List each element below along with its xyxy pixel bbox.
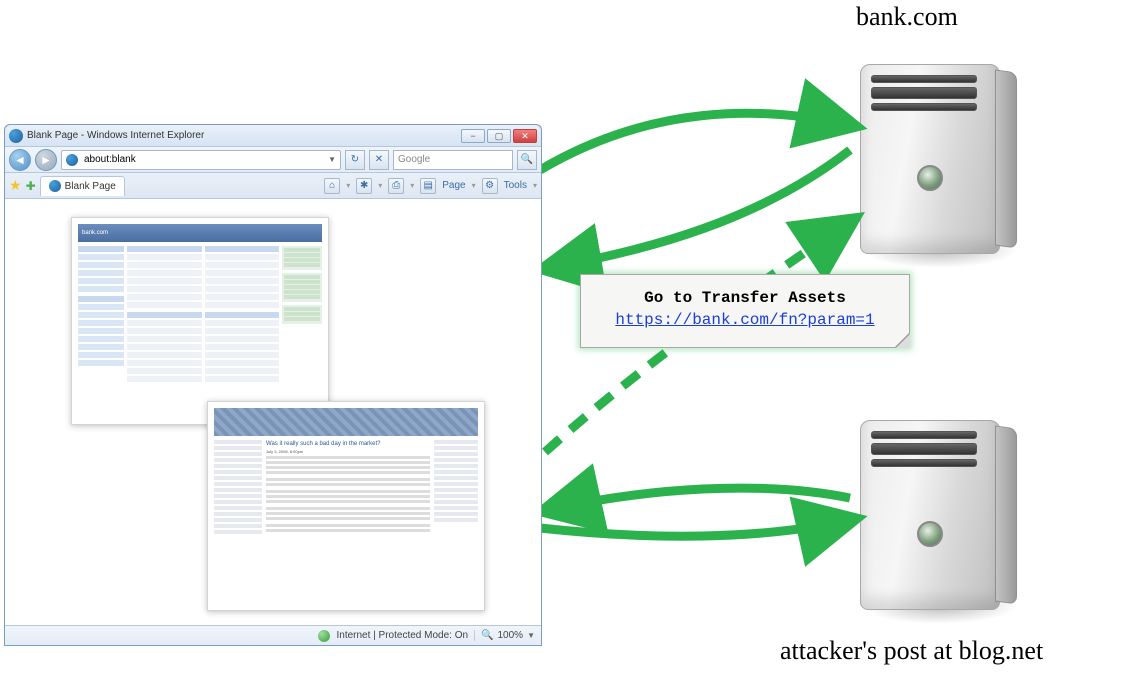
stop-button[interactable]: ✕ [369, 150, 389, 170]
browser-viewport: bank.com [5, 199, 541, 625]
ie-icon [49, 180, 61, 192]
tab-label: Blank Page [65, 181, 116, 192]
status-zone: Internet | Protected Mode: On [336, 630, 468, 641]
arrow-browser-to-bank [540, 113, 850, 170]
tools-menu[interactable]: Tools [504, 180, 527, 191]
window-titlebar: Blank Page - Windows Internet Explorer −… [5, 125, 541, 147]
print-icon[interactable]: ⎙ [388, 178, 404, 194]
server-attacker [860, 420, 1000, 610]
search-box[interactable]: Google [393, 150, 513, 170]
arrow-bank-to-browser [548, 150, 850, 268]
favorites-icon[interactable]: ★ [9, 177, 22, 194]
globe-icon [318, 630, 330, 642]
home-icon[interactable]: ⌂ [324, 178, 340, 194]
zoom-icon[interactable]: 🔍 [481, 630, 493, 641]
search-placeholder: Google [398, 154, 430, 165]
arrow-browser-to-blog [540, 520, 850, 536]
status-bar: Internet | Protected Mode: On 🔍 100% ▼ [5, 625, 541, 645]
feeds-icon[interactable]: ✱ [356, 178, 372, 194]
note-title: Go to Transfer Assets [597, 289, 893, 307]
page-menu[interactable]: Page [442, 180, 465, 191]
arrow-csrf-dashed [520, 222, 850, 475]
address-bar[interactable]: ▼ [61, 150, 341, 170]
close-button[interactable]: ✕ [513, 129, 537, 143]
server-bank [860, 64, 1000, 254]
address-input[interactable] [82, 153, 324, 166]
tab-blank[interactable]: Blank Page [40, 176, 125, 196]
power-button-icon [917, 165, 943, 191]
refresh-button[interactable]: ↻ [345, 150, 365, 170]
blog-article-title: Was it really such a bad day in the mark… [266, 442, 430, 447]
tools-icon[interactable]: ⚙ [482, 178, 498, 194]
callout-note: Go to Transfer Assets https://bank.com/f… [580, 274, 910, 348]
add-favorite-icon[interactable]: ✚ [26, 179, 36, 193]
search-button[interactable]: 🔍 [517, 150, 537, 170]
bank-page-header: bank.com [78, 224, 322, 242]
page-menu-icon[interactable]: ▤ [420, 178, 436, 194]
zoom-level: 100% [498, 630, 524, 641]
window-title: Blank Page - Windows Internet Explorer [27, 130, 461, 141]
page-icon [66, 154, 78, 166]
bank-server-label: bank.com [856, 2, 958, 32]
thumbnail-blog-page: Was it really such a bad day in the mark… [207, 401, 485, 611]
browser-window: Blank Page - Windows Internet Explorer −… [4, 124, 542, 646]
blog-article-date: July 3, 2008, 8:00pm [266, 449, 430, 454]
thumbnail-bank-page: bank.com [71, 217, 329, 425]
arrow-blog-to-browser [548, 488, 850, 510]
back-button[interactable]: ◄ [9, 149, 31, 171]
power-button-icon [917, 521, 943, 547]
tab-toolbar: ★ ✚ Blank Page ⌂▾ ✱▾ ⎙▾ ▤ Page▾ ⚙ Tools▾ [5, 173, 541, 199]
chevron-down-icon[interactable]: ▼ [328, 155, 336, 164]
ie-icon [9, 129, 23, 143]
forward-button[interactable]: ► [35, 149, 57, 171]
note-link[interactable]: https://bank.com/fn?param=1 [615, 311, 874, 329]
maximize-button[interactable]: ▢ [487, 129, 511, 143]
attacker-server-label: attacker's post at blog.net [780, 636, 1043, 666]
minimize-button[interactable]: − [461, 129, 485, 143]
nav-toolbar: ◄ ► ▼ ↻ ✕ Google 🔍 [5, 147, 541, 173]
chevron-down-icon[interactable]: ▼ [527, 631, 535, 640]
